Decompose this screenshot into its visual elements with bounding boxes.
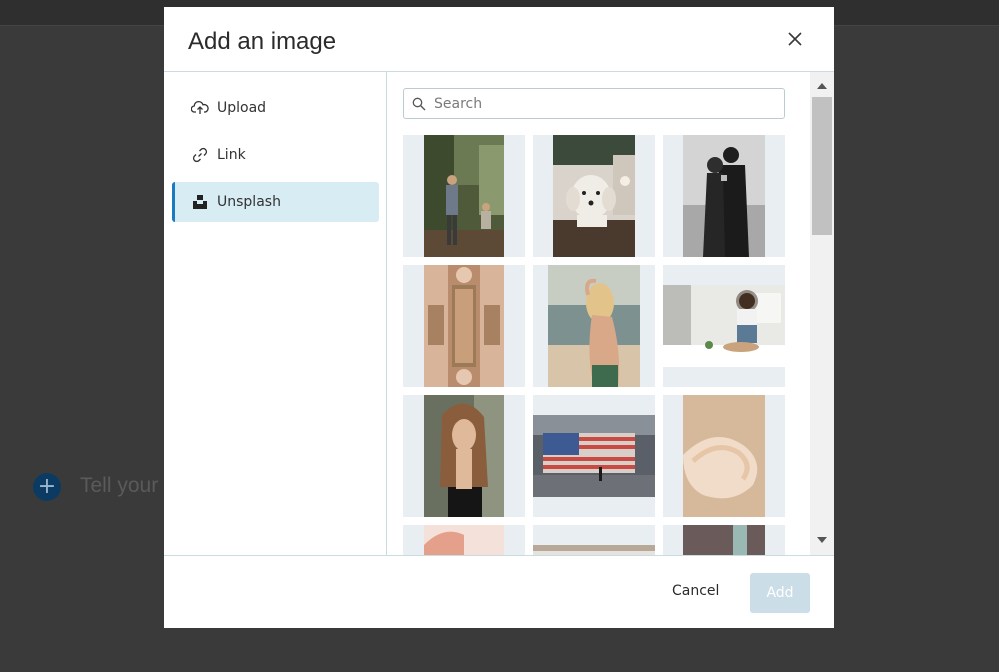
vertical-scrollbar[interactable] (810, 72, 834, 555)
sidebar-item-link[interactable]: Link (172, 135, 379, 175)
dialog-footer: Cancel Add (164, 555, 834, 628)
image-tile-beach[interactable] (533, 265, 655, 387)
unsplash-panel (388, 72, 834, 555)
add-button[interactable]: Add (750, 573, 810, 613)
upload-icon (191, 99, 209, 117)
story-placeholder: Tell your s (80, 474, 175, 497)
image-tile-partial-3[interactable] (663, 525, 785, 555)
sidebar-item-label: Unsplash (217, 194, 281, 210)
plus-icon: + (33, 473, 61, 501)
image-tile-kitchen[interactable] (663, 265, 785, 387)
image-tile-partial-2[interactable] (533, 525, 655, 555)
image-tile-swirl[interactable] (663, 395, 785, 517)
cancel-button[interactable]: Cancel (672, 583, 719, 599)
search-box[interactable] (403, 88, 785, 119)
search-icon (412, 97, 426, 111)
add-image-dialog: Add an image Upload Link Unsplash Search… (164, 7, 834, 628)
dialog-title: Add an image (188, 28, 337, 55)
image-tile-couple[interactable] (663, 135, 785, 257)
dialog-header: Add an image (164, 7, 834, 72)
link-icon (191, 146, 209, 164)
scroll-down-icon[interactable] (810, 531, 834, 549)
sidebar-item-label: Link (217, 147, 246, 163)
image-grid (403, 135, 785, 555)
image-tile-flag[interactable] (533, 395, 655, 517)
dialog-body: Upload Link Unsplash Search (164, 72, 834, 555)
image-tile-ceiling[interactable] (403, 265, 525, 387)
image-tile-hikers[interactable] (403, 135, 525, 257)
close-icon[interactable] (786, 30, 804, 48)
sidebar-item-label: Upload (217, 100, 267, 116)
image-tile-partial-1[interactable] (403, 525, 525, 555)
sidebar-item-upload[interactable]: Upload (172, 88, 379, 128)
unsplash-icon (191, 193, 209, 211)
image-tile-portrait[interactable] (403, 395, 525, 517)
image-tile-dog[interactable] (533, 135, 655, 257)
search-input[interactable] (434, 95, 774, 112)
sidebar-item-unsplash[interactable]: Unsplash (172, 182, 379, 222)
source-sidebar: Upload Link Unsplash (164, 72, 387, 555)
scrollbar-thumb[interactable] (812, 97, 832, 235)
scroll-up-icon[interactable] (810, 77, 834, 95)
